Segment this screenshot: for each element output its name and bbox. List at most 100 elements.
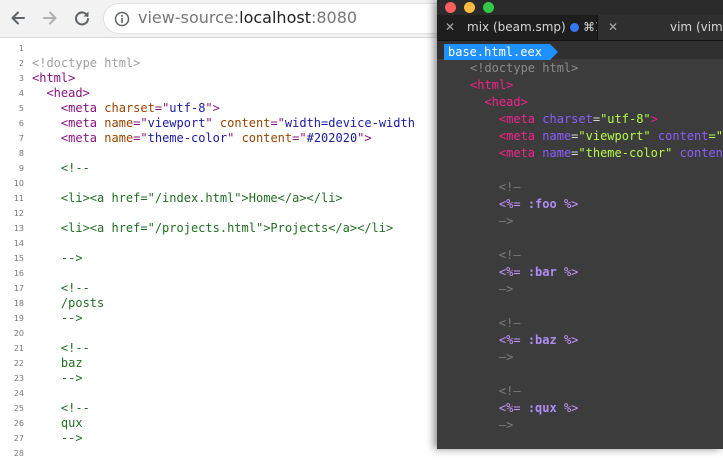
close-icon[interactable]: ✕ xyxy=(445,15,455,40)
line-number: 9 xyxy=(18,164,24,173)
code-token: =" xyxy=(154,101,170,115)
vim-line: <meta name="theme-color" content xyxy=(437,145,723,162)
code-token: —> xyxy=(470,214,514,228)
vim-line: —> xyxy=(437,213,723,230)
terminal-tab-vim[interactable]: ✕ vim (vim) xyxy=(597,15,723,40)
code-token: #202020 xyxy=(306,131,358,145)
code-token: <%= xyxy=(498,333,521,347)
code-token: charset xyxy=(542,112,593,126)
url-port: :8080 xyxy=(310,8,358,27)
line-code: <!-- xyxy=(32,161,90,176)
code-token: =" xyxy=(270,116,285,130)
vim-line: <!doctype html> xyxy=(437,60,723,77)
vim-line: <head> xyxy=(437,94,723,111)
vim-line: <%= :foo %> xyxy=(437,196,723,213)
info-icon[interactable] xyxy=(114,11,130,27)
line-number: 23 xyxy=(13,374,24,383)
line-code: --> xyxy=(32,251,83,266)
line-number: 8 xyxy=(18,149,24,158)
close-window-button[interactable] xyxy=(445,2,456,13)
line-code: <!doctype html> xyxy=(32,56,140,71)
code-token: <!-- xyxy=(32,281,90,295)
code-token: --> xyxy=(32,311,83,325)
line-code: qux xyxy=(32,416,83,431)
code-token: baz xyxy=(32,356,83,370)
back-button[interactable] xyxy=(8,8,28,28)
code-token: <!-- xyxy=(32,401,90,415)
code-token: <!doctype html> xyxy=(32,56,141,70)
code-token: :qux xyxy=(520,401,564,415)
line-code: --> xyxy=(32,311,83,326)
line-code: <%= :qux %> xyxy=(470,400,579,417)
line-number: 15 xyxy=(13,254,24,263)
vim-line: <%= :baz %> xyxy=(437,332,723,349)
code-token: <meta xyxy=(498,146,543,160)
url-text: view-source:localhost:8080 xyxy=(138,8,357,28)
line-number: 2 xyxy=(18,59,24,68)
line-number: 6 xyxy=(18,119,24,128)
line-code: <meta charset="utf-8"> xyxy=(32,101,220,116)
line-code: <!-- xyxy=(32,401,90,416)
terminal-tab-mix[interactable]: ✕ mix (beam.smp) ⌘1 xyxy=(437,15,603,40)
line-code: <!-- xyxy=(32,281,90,296)
code-token: <html> xyxy=(32,71,76,85)
line-number: 28 xyxy=(13,449,24,458)
code-token: :baz xyxy=(520,333,564,347)
line-code: --> xyxy=(32,431,83,446)
vim-line: <html> xyxy=(437,77,723,94)
line-number: 27 xyxy=(13,434,24,443)
minimize-window-button[interactable] xyxy=(464,2,475,13)
vim-line: <!— xyxy=(437,383,723,400)
vim-line: —> xyxy=(437,417,723,434)
code-token: <!-- xyxy=(32,161,90,175)
code-token: <head> xyxy=(46,86,90,100)
buffer-tab[interactable]: base.html.eex xyxy=(444,44,558,60)
code-token: > xyxy=(650,112,658,126)
line-code: <%= :baz %> xyxy=(470,332,579,349)
vim-line xyxy=(437,366,723,383)
code-token: =" xyxy=(133,131,148,145)
line-code: <li><a href="/index.html">Home</a></li> xyxy=(32,191,343,206)
code-token: <%= xyxy=(498,265,521,279)
arrow-right-icon xyxy=(43,11,57,25)
code-token: content xyxy=(679,146,723,160)
code-token: "viewport" xyxy=(578,129,651,143)
code-token: theme-color xyxy=(147,131,228,145)
line-code: <html> xyxy=(470,77,513,94)
line-code: --> xyxy=(32,371,83,386)
line-number: 11 xyxy=(13,194,24,203)
code-token: --> xyxy=(32,371,83,385)
maximize-window-button[interactable] xyxy=(483,2,494,13)
reload-button[interactable] xyxy=(72,8,92,28)
reload-icon xyxy=(75,11,89,26)
line-number: 1 xyxy=(18,44,24,53)
terminal-window: ✕ mix (beam.smp) ⌘1 ✕ vim (vim) base.htm… xyxy=(437,0,723,449)
line-code: —> xyxy=(470,281,513,298)
code-token: <!— xyxy=(470,180,521,194)
terminal-tab-bar: ✕ mix (beam.smp) ⌘1 ✕ vim (vim) xyxy=(437,15,723,41)
code-token: %> xyxy=(563,265,579,279)
code-token: <meta xyxy=(498,112,543,126)
vim-line: <%= :bar %> xyxy=(437,264,723,281)
vim-line: <meta charset="utf-8"> xyxy=(437,111,723,128)
line-number: 12 xyxy=(13,209,24,218)
vim-line: <!— xyxy=(437,315,723,332)
code-token: <meta xyxy=(60,116,105,130)
line-code: —> xyxy=(470,417,513,434)
forward-button[interactable] xyxy=(40,8,60,28)
vim-editor[interactable]: base.html.eex <!doctype html> <html> <hea… xyxy=(437,41,723,449)
code-token: %> xyxy=(563,333,579,347)
close-icon[interactable]: ✕ xyxy=(608,15,618,40)
line-number: 26 xyxy=(13,419,24,428)
line-code: —> xyxy=(470,349,513,366)
url-scheme: view-source: xyxy=(138,8,240,27)
line-number: 18 xyxy=(13,299,24,308)
code-token: "> xyxy=(205,101,220,115)
